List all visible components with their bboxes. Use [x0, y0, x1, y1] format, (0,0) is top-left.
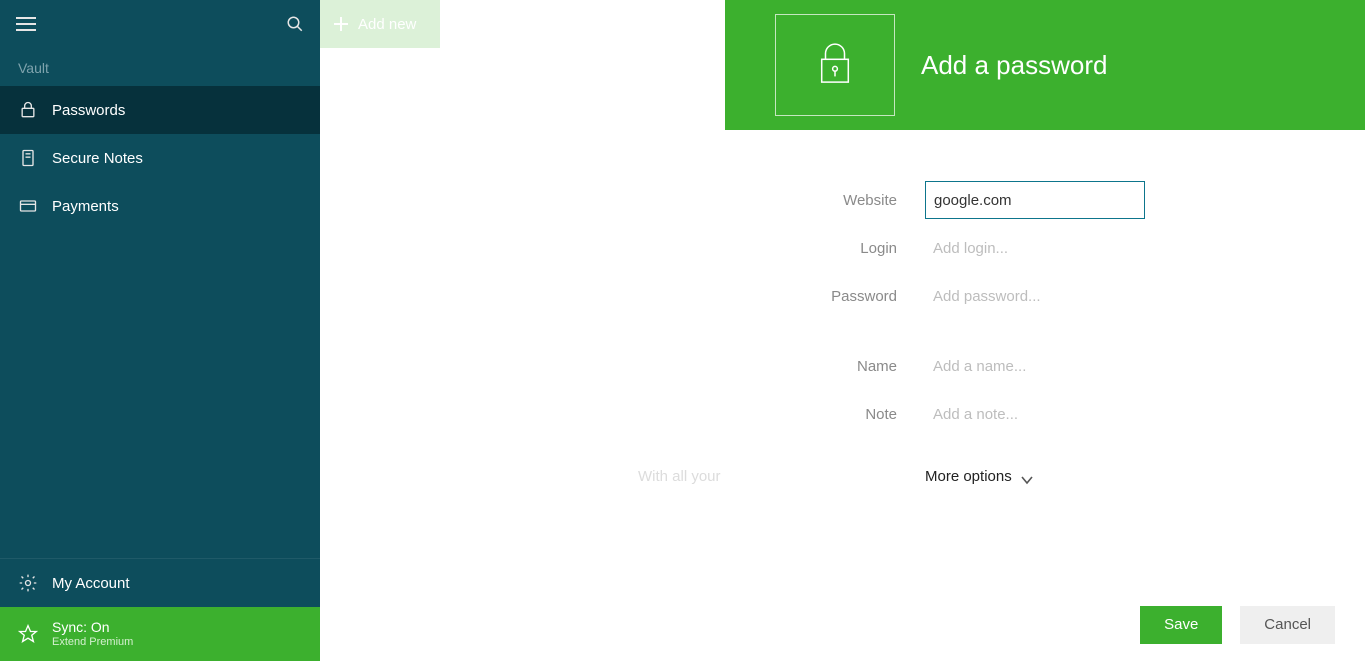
password-field[interactable] — [925, 277, 1145, 315]
star-icon — [18, 624, 38, 644]
add-new-button[interactable]: Add new — [320, 0, 440, 48]
more-options-label: More options — [925, 468, 1012, 485]
field-label-name: Name — [725, 358, 925, 375]
sidebar-item-passwords[interactable]: Passwords — [0, 86, 320, 134]
panel-header: Add a password — [725, 0, 1365, 130]
sidebar-topbar — [0, 0, 320, 48]
app-root: Vault Passwords Secure Notes Payments — [0, 0, 1365, 661]
login-field[interactable] — [925, 229, 1145, 267]
plus-icon — [334, 17, 348, 31]
sidebar-item-label: Passwords — [52, 102, 125, 119]
field-row-website: Website — [725, 180, 1325, 220]
sidebar-item-payments[interactable]: Payments — [0, 182, 320, 230]
field-label-note: Note — [725, 406, 925, 423]
panel-footer: Save Cancel — [725, 588, 1365, 661]
sidebar: Vault Passwords Secure Notes Payments — [0, 0, 320, 661]
field-label-website: Website — [725, 192, 925, 209]
name-field[interactable] — [925, 347, 1145, 385]
field-row-name: Name — [725, 346, 1325, 386]
lock-icon — [18, 100, 38, 120]
sidebar-item-label: My Account — [52, 575, 130, 592]
field-label-login: Login — [725, 240, 925, 257]
search-icon[interactable] — [286, 15, 304, 33]
chevron-down-icon — [1020, 472, 1034, 482]
detail-panel: Add a password Website Login Password Na… — [725, 0, 1365, 661]
save-button[interactable]: Save — [1140, 606, 1222, 644]
middle-pane: Add new With all your — [320, 0, 725, 661]
card-icon — [18, 196, 38, 216]
panel-title: Add a password — [921, 50, 1107, 81]
panel-header-iconbox — [775, 14, 895, 116]
sync-subtitle: Extend Premium — [52, 636, 133, 649]
sync-text: Sync: On Extend Premium — [52, 619, 133, 649]
sidebar-bottom: My Account Sync: On Extend Premium — [0, 558, 320, 661]
panel-body: Website Login Password Name Note More op — [725, 130, 1365, 588]
hamburger-icon[interactable] — [16, 17, 36, 31]
website-field[interactable] — [925, 181, 1145, 219]
field-row-note: Note — [725, 394, 1325, 434]
field-label-password: Password — [725, 288, 925, 305]
note-field[interactable] — [925, 395, 1145, 433]
more-options-toggle[interactable]: More options — [925, 468, 1325, 485]
sidebar-section-label: Vault — [0, 48, 320, 86]
field-row-password: Password — [725, 276, 1325, 316]
gear-icon — [18, 573, 38, 593]
sidebar-item-sync[interactable]: Sync: On Extend Premium — [0, 607, 320, 661]
sidebar-item-secure-notes[interactable]: Secure Notes — [0, 134, 320, 182]
empty-state-text: With all your — [638, 468, 721, 485]
cancel-button[interactable]: Cancel — [1240, 606, 1335, 644]
sidebar-item-my-account[interactable]: My Account — [0, 559, 320, 607]
field-row-login: Login — [725, 228, 1325, 268]
sync-title: Sync: On — [52, 619, 133, 636]
lock-icon — [816, 42, 854, 88]
note-icon — [18, 148, 38, 168]
add-new-label: Add new — [358, 16, 416, 33]
sidebar-spacer — [0, 230, 320, 558]
sidebar-item-label: Secure Notes — [52, 150, 143, 167]
sidebar-item-label: Payments — [52, 198, 119, 215]
